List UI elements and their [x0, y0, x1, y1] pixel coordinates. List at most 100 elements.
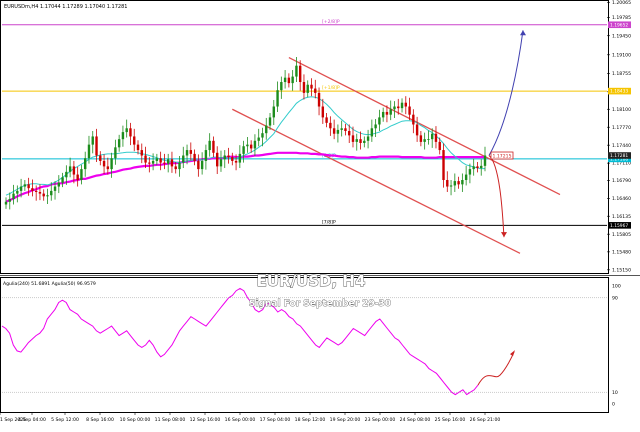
- candle-body: [351, 135, 355, 142]
- candle-body: [476, 166, 479, 169]
- candle-body: [166, 159, 170, 164]
- candle-body: [381, 111, 385, 118]
- candle-body: [348, 131, 351, 136]
- candle-body: [148, 162, 151, 164]
- y-tick-label: 1.19100: [612, 52, 631, 58]
- candle-body: [355, 139, 358, 142]
- candle-body: [12, 193, 15, 200]
- candle-body: [4, 201, 8, 205]
- price-tags: 1.17215: [490, 151, 514, 160]
- candle-body: [385, 111, 389, 115]
- candle-body: [189, 150, 193, 154]
- candle-body: [125, 128, 128, 133]
- candle-body: [291, 76, 294, 84]
- candle-body: [438, 141, 441, 151]
- candle-body: [461, 180, 464, 185]
- x-tick-label: 26 Sep 21:00: [470, 417, 501, 423]
- candle-body: [457, 181, 460, 185]
- candle-body: [378, 117, 381, 125]
- candle-body: [182, 155, 185, 163]
- candle-body: [46, 195, 49, 197]
- candle-body: [87, 144, 91, 159]
- candle-body: [144, 155, 147, 163]
- x-tick-label: 12 Sep 16:00: [190, 417, 221, 423]
- candle-body: [344, 128, 347, 132]
- level-axis-tag: 1.19652: [610, 22, 628, 28]
- y-tick-label: 1.15480: [612, 249, 631, 255]
- candle-body: [298, 65, 302, 83]
- candle-body: [163, 162, 166, 164]
- indicator-tick-label: 90: [612, 295, 618, 301]
- price-axis: 1.20065 1.19785 1.19450 1.19100 1.18755 1.184…: [607, 0, 631, 273]
- candle-body: [27, 184, 30, 189]
- current-price-tag: 1.17281: [610, 153, 628, 159]
- candle-body: [419, 135, 423, 142]
- candle-body: [31, 188, 34, 191]
- candle-body: [408, 106, 411, 115]
- chart-canvas: EURUSDm,H4 1.17044 1.17289 1.17040 1.172…: [0, 0, 640, 423]
- candle-body: [170, 159, 174, 167]
- candle-body: [340, 128, 343, 130]
- candle-body: [53, 186, 57, 191]
- candle-body: [242, 146, 245, 154]
- x-tick-label: 5 Sep 12:00: [51, 417, 79, 423]
- y-tick-label: 1.15805: [612, 232, 631, 238]
- candle-body: [38, 191, 42, 194]
- candle-body: [99, 155, 102, 161]
- x-tick-label: 8 Sep 16:00: [86, 417, 114, 423]
- candle-body: [472, 166, 475, 170]
- candle-body: [193, 153, 196, 161]
- candle-body: [453, 181, 457, 186]
- candle-body: [359, 139, 362, 143]
- level-label: [+2/8]P: [322, 19, 340, 25]
- candle-body: [249, 144, 253, 149]
- candle-body: [155, 158, 159, 161]
- candle-body: [310, 84, 313, 89]
- candle-body: [363, 140, 366, 143]
- indicator-tick-label: 100: [612, 284, 621, 290]
- y-tick-label: 1.16790: [612, 178, 631, 184]
- candle-body: [464, 174, 468, 181]
- candle-body: [95, 136, 98, 156]
- candle-body: [321, 106, 325, 118]
- candle-body: [238, 153, 242, 163]
- candle-body: [430, 133, 434, 140]
- candle-body: [174, 166, 177, 170]
- candle-body: [246, 144, 249, 147]
- candle-body: [234, 160, 238, 163]
- candle-body: [110, 158, 113, 170]
- candle-body: [212, 140, 215, 153]
- candle-body: [34, 190, 38, 192]
- y-tick-label: 1.16135: [612, 214, 631, 220]
- candle-body: [442, 150, 445, 181]
- x-tick-label: 25 Sep 16:00: [435, 417, 466, 423]
- candle-body: [200, 160, 204, 170]
- candle-body: [480, 165, 483, 169]
- y-tick-label: 1.16460: [612, 196, 631, 202]
- candle-body: [8, 199, 11, 202]
- candle-body: [91, 136, 94, 145]
- candle-body: [223, 155, 226, 160]
- candle-body: [216, 152, 219, 167]
- y-tick-label: 1.20065: [612, 0, 631, 6]
- candle-body: [68, 166, 72, 172]
- candle-body: [197, 160, 200, 170]
- candle-body: [423, 139, 426, 142]
- candle-body: [185, 150, 189, 156]
- candle-body: [61, 177, 64, 183]
- candle-body: [114, 147, 117, 159]
- candle-body: [178, 162, 181, 170]
- x-tick-label: 10 Sep 00:00: [120, 417, 151, 423]
- candle-body: [65, 171, 68, 178]
- candle-body: [159, 158, 162, 163]
- candle-body: [302, 82, 306, 93]
- y-tick-label: 1.18100: [612, 107, 631, 113]
- x-tick-label: 11 Sep 08:00: [155, 417, 186, 423]
- candle-body: [257, 137, 260, 141]
- x-tick-label: 18 Sep 12:00: [295, 417, 326, 423]
- candle-body: [42, 193, 45, 197]
- candle-body: [272, 106, 275, 118]
- y-tick-label: 1.19785: [612, 15, 631, 21]
- candle-body: [366, 136, 370, 141]
- candle-body: [449, 185, 453, 187]
